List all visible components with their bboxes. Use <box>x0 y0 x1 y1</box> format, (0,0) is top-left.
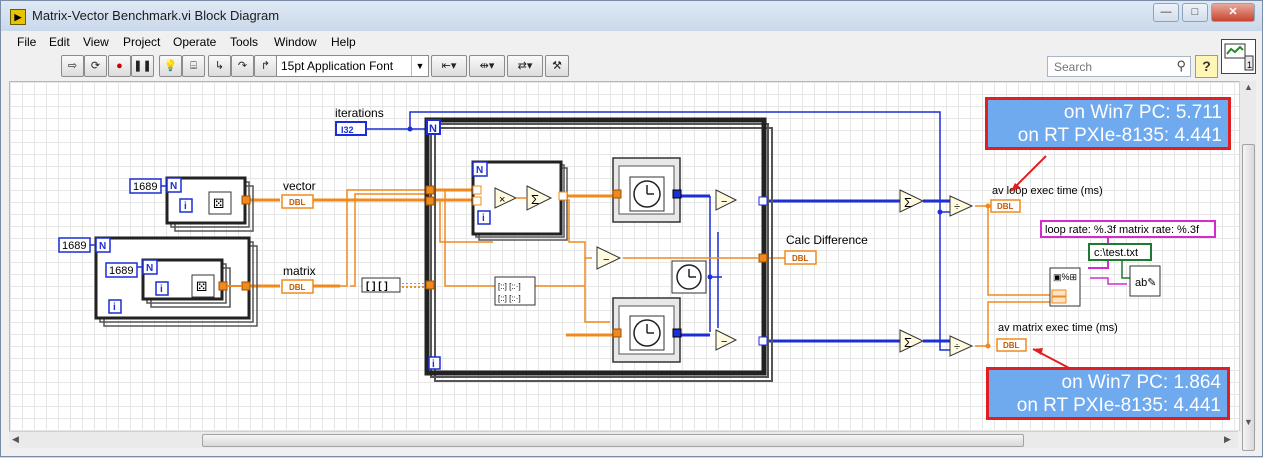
svg-text:−: − <box>721 336 727 348</box>
step-out-button[interactable]: ↱ <box>254 55 277 77</box>
svg-text:1: 1 <box>1247 60 1252 70</box>
svg-text:1689: 1689 <box>62 240 86 252</box>
svg-text:▣%⊞: ▣%⊞ <box>1053 272 1077 282</box>
scroll-right-icon[interactable]: ▶ <box>1224 434 1231 445</box>
vi-connector-icon[interactable]: 1 <box>1221 39 1256 74</box>
vector-label: vector <box>283 179 316 193</box>
svg-text:⚄: ⚄ <box>196 279 207 294</box>
horizontal-scrollbar[interactable]: ◀ ▶ <box>9 431 1238 448</box>
context-help-button[interactable]: ? <box>1195 55 1218 78</box>
minimize-button[interactable]: — <box>1153 3 1179 22</box>
menu-file[interactable]: File <box>17 35 36 49</box>
toolbar: ⇨ ⟳ ● ❚❚ 💡 ⌸ ↳ ↷ ↱ 15pt Application Font… <box>9 53 1214 79</box>
svg-text:DBL: DBL <box>792 254 809 263</box>
svg-text:DBL: DBL <box>997 202 1014 211</box>
inner-loop-count-terminal: N <box>476 165 483 176</box>
step-over-button[interactable]: ↷ <box>231 55 254 77</box>
abort-button[interactable]: ● <box>108 55 131 77</box>
svg-text:1689: 1689 <box>133 181 157 193</box>
svg-text:⚄: ⚄ <box>213 196 224 211</box>
menu-window[interactable]: Window <box>274 35 317 49</box>
menu-view[interactable]: View <box>83 35 109 49</box>
svg-text:÷: ÷ <box>954 341 960 353</box>
svg-text:ab✎: ab✎ <box>1135 277 1156 289</box>
av-matrix-label: av matrix exec time (ms) <box>998 322 1118 334</box>
menu-help[interactable]: Help <box>331 35 356 49</box>
outer-loop-count-terminal: N <box>429 123 437 135</box>
svg-text:[ ] [ ]: [ ] [ ] <box>366 281 388 292</box>
svg-text:×: × <box>499 194 505 206</box>
menu-edit[interactable]: Edit <box>49 35 70 49</box>
labview-vi-icon: ▶ <box>10 9 26 25</box>
loop-time-annotation: on Win7 PC: 5.711 on RT PXIe-8135: 4.441 <box>985 97 1231 150</box>
run-button[interactable]: ⇨ <box>61 55 84 77</box>
svg-text:1689: 1689 <box>109 265 133 277</box>
window-title: Matrix-Vector Benchmark.vi Block Diagram <box>32 8 280 23</box>
menu-project[interactable]: Project <box>123 35 160 49</box>
distribute-objects-button[interactable]: ⇹▾ <box>469 55 505 77</box>
align-objects-button[interactable]: ⇤▾ <box>431 55 467 77</box>
svg-text:N: N <box>170 181 177 192</box>
svg-text:c:\test.txt: c:\test.txt <box>1094 247 1138 259</box>
loop-annotation-line2: on RT PXIe-8135: 4.441 <box>1017 125 1222 146</box>
menu-bar: File Edit View Project Operate Tools Win… <box>9 32 1214 52</box>
scroll-down-icon[interactable]: ▼ <box>1244 417 1253 427</box>
search-box[interactable]: ⚲ <box>1047 56 1191 77</box>
horizontal-scroll-thumb[interactable] <box>202 434 1024 447</box>
svg-text:i: i <box>160 284 163 295</box>
vertical-scrollbar[interactable]: ▲ ▼ <box>1239 81 1256 451</box>
outer-loop-iteration-terminal: i <box>432 359 435 370</box>
scroll-up-icon[interactable]: ▲ <box>1244 82 1253 92</box>
block-diagram-window: ▶ Matrix-Vector Benchmark.vi Block Diagr… <box>0 0 1263 457</box>
menu-operate[interactable]: Operate <box>173 35 216 49</box>
retain-wire-values-button[interactable]: ⌸ <box>182 55 205 77</box>
loop-annotation-line1: on Win7 PC: 5.711 <box>1063 102 1222 123</box>
chevron-down-icon: ▼ <box>411 56 428 76</box>
matrix-annotation-line2: on RT PXIe-8135: 4.441 <box>1016 395 1221 416</box>
svg-text:Σ: Σ <box>904 195 912 210</box>
cleanup-diagram-button[interactable]: ⚒ <box>545 55 569 77</box>
svg-text:N: N <box>99 241 106 252</box>
matrix-annotation-line1: on Win7 PC: 1.864 <box>1061 372 1221 393</box>
svg-text:N: N <box>146 263 153 274</box>
svg-text:[::] [::·]: [::] [::·] <box>498 294 521 303</box>
svg-text:Σ: Σ <box>531 192 539 207</box>
title-bar: ▶ Matrix-Vector Benchmark.vi Block Diagr… <box>1 1 1262 31</box>
maximize-button[interactable]: □ <box>1182 3 1208 22</box>
av-loop-label: av loop exec time (ms) <box>992 185 1103 197</box>
scroll-left-icon[interactable]: ◀ <box>12 434 19 445</box>
step-into-button[interactable]: ↳ <box>208 55 231 77</box>
svg-text:÷: ÷ <box>954 201 960 213</box>
svg-text:I32: I32 <box>341 125 354 135</box>
pause-button[interactable]: ❚❚ <box>131 55 154 77</box>
svg-text:DBL: DBL <box>289 283 306 292</box>
font-selector[interactable]: 15pt Application Font ▼ <box>276 55 429 77</box>
tick-count-icon <box>671 260 707 294</box>
svg-text:−: − <box>603 254 609 266</box>
svg-text:DBL: DBL <box>289 198 306 207</box>
svg-text:DBL: DBL <box>1003 341 1020 350</box>
close-button[interactable]: ✕ <box>1211 3 1255 22</box>
menu-tools[interactable]: Tools <box>230 35 258 49</box>
inner-loop-iteration-terminal: i <box>482 213 485 224</box>
highlight-execution-button[interactable]: 💡 <box>159 55 182 77</box>
search-icon[interactable]: ⚲ <box>1176 58 1186 74</box>
search-input[interactable] <box>1052 57 1166 76</box>
tick-count-icon <box>629 315 665 351</box>
iterations-label: iterations <box>335 106 384 120</box>
vertical-scroll-thumb[interactable] <box>1242 144 1255 451</box>
svg-text:Σ: Σ <box>904 335 912 350</box>
svg-text:−: − <box>721 196 727 208</box>
svg-text:loop rate: %.3f matrix rate:: loop rate: %.3f matrix rate: %.3f <box>1045 224 1200 236</box>
run-continuously-button[interactable]: ⟳ <box>84 55 107 77</box>
svg-text:[::] [::·]: [::] [::·] <box>498 282 521 291</box>
svg-text:i: i <box>184 201 187 212</box>
reorder-button[interactable]: ⇄▾ <box>507 55 543 77</box>
tick-count-icon <box>629 176 665 212</box>
matrix-label: matrix <box>283 264 316 278</box>
calc-difference-label: Calc Difference <box>786 233 868 247</box>
svg-text:i: i <box>113 302 116 313</box>
matrix-time-annotation: on Win7 PC: 1.864 on RT PXIe-8135: 4.441 <box>986 367 1230 420</box>
